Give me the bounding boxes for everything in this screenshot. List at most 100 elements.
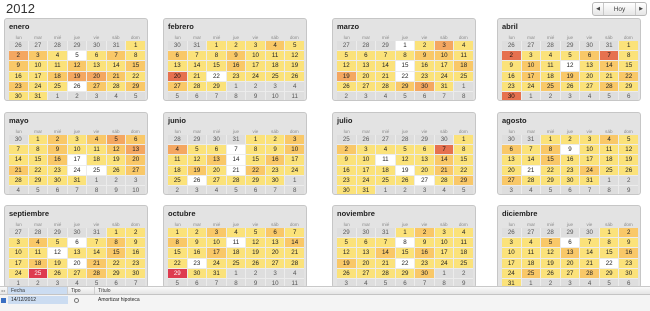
day-cell[interactable]: 10 [502,248,521,258]
day-cell[interactable]: 15 [168,248,187,258]
day-cell[interactable]: 1 [541,135,560,145]
day-cell-adjacent[interactable]: 31 [106,41,126,51]
day-cell[interactable]: 13 [126,145,145,155]
day-cell[interactable]: 8 [246,145,265,155]
day-cell[interactable]: 14 [376,248,395,258]
day-cell[interactable]: 10 [580,145,599,155]
day-cell[interactable]: 19 [48,258,67,268]
day-cell[interactable]: 3 [502,238,521,248]
day-cell[interactable]: 14 [285,238,304,248]
day-cell[interactable]: 7 [9,145,28,155]
day-cell[interactable]: 16 [619,248,638,258]
day-cell[interactable]: 28 [106,81,126,91]
day-cell[interactable]: 20 [560,258,580,268]
day-cell[interactable]: 7 [434,145,454,155]
day-cell-adjacent[interactable]: 30 [9,135,28,145]
day-cell[interactable]: 13 [502,155,521,165]
day-cell[interactable]: 8 [168,238,187,248]
day-cell[interactable]: 31 [356,185,376,194]
column-header-titulo[interactable]: Título [95,287,650,294]
day-cell[interactable]: 11 [541,61,560,71]
day-cell[interactable]: 14 [521,155,541,165]
day-cell[interactable]: 27 [265,258,285,268]
day-cell[interactable]: 20 [580,71,599,81]
day-cell-adjacent[interactable]: 31 [521,135,541,145]
day-cell[interactable]: 16 [337,165,356,175]
day-cell-adjacent[interactable]: 2 [619,175,638,185]
day-cell-adjacent[interactable]: 5 [126,91,145,100]
day-cell[interactable]: 5 [246,228,265,238]
day-cell[interactable]: 30 [619,268,638,278]
day-cell[interactable]: 6 [415,145,434,155]
day-cell[interactable]: 22 [106,258,126,268]
day-cell[interactable]: 21 [376,71,395,81]
day-cell[interactable]: 5 [48,238,67,248]
day-cell[interactable]: 27 [502,175,521,185]
day-cell[interactable]: 2 [187,228,207,238]
day-cell[interactable]: 13 [356,248,376,258]
day-cell[interactable]: 10 [28,61,48,71]
day-cell[interactable]: 9 [126,238,145,248]
day-cell-adjacent[interactable]: 11 [285,91,304,100]
day-cell[interactable]: 25 [599,165,619,175]
day-cell[interactable]: 16 [48,155,67,165]
day-cell[interactable]: 11 [87,145,106,155]
day-cell[interactable]: 25 [168,175,187,185]
day-cell-adjacent[interactable]: 2 [454,268,473,278]
day-cell[interactable]: 24 [434,258,454,268]
day-cell[interactable]: 13 [67,248,87,258]
day-cell[interactable]: 6 [126,135,145,145]
day-cell[interactable]: 30 [126,268,145,278]
day-cell-adjacent[interactable]: 27 [376,135,395,145]
day-cell-adjacent[interactable]: 2 [541,91,560,100]
day-cell-adjacent[interactable]: 8 [454,91,473,100]
day-cell[interactable]: 13 [207,155,226,165]
day-cell[interactable]: 18 [168,165,187,175]
day-cell-adjacent[interactable]: 6 [560,185,580,194]
day-cell[interactable]: 4 [28,238,48,248]
day-cell[interactable]: 1 [599,228,619,238]
day-cell[interactable]: 10 [356,155,376,165]
day-cell-adjacent[interactable]: 4 [9,185,28,194]
day-cell-adjacent[interactable]: 26 [9,41,28,51]
day-cell[interactable]: 19 [541,258,560,268]
day-cell-adjacent[interactable]: 30 [356,228,376,238]
day-cell-adjacent[interactable]: 6 [48,185,67,194]
day-cell[interactable]: 10 [434,238,454,248]
day-cell[interactable]: 4 [87,135,106,145]
day-cell[interactable]: 18 [265,61,285,71]
day-cell[interactable]: 17 [502,258,521,268]
day-cell-adjacent[interactable]: 27 [28,41,48,51]
day-cell[interactable]: 17 [207,248,226,258]
day-cell[interactable]: 3 [9,238,28,248]
day-cell-adjacent[interactable]: 2 [168,185,187,194]
day-cell[interactable]: 18 [28,258,48,268]
day-cell[interactable]: 25 [28,268,48,278]
day-cell[interactable]: 1 [395,228,415,238]
day-cell[interactable]: 3 [285,135,304,145]
day-cell-adjacent[interactable]: 5 [599,91,619,100]
day-cell[interactable]: 29 [246,175,265,185]
day-cell[interactable]: 4 [541,51,560,61]
day-cell[interactable]: 15 [395,248,415,258]
day-cell[interactable]: 3 [521,51,541,61]
day-cell[interactable]: 19 [619,155,638,165]
day-cell[interactable]: 16 [560,155,580,165]
day-cell[interactable]: 4 [521,238,541,248]
day-cell[interactable]: 23 [226,71,246,81]
day-cell-adjacent[interactable]: 7 [580,185,599,194]
day-cell-adjacent[interactable]: 6 [619,91,638,100]
day-cell[interactable]: 22 [246,165,265,175]
day-cell[interactable]: 31 [207,268,226,278]
day-cell[interactable]: 27 [67,268,87,278]
day-cell-adjacent[interactable]: 7 [434,91,454,100]
day-cell-adjacent[interactable]: 5 [168,91,187,100]
day-cell[interactable]: 26 [246,258,265,268]
day-cell[interactable]: 8 [541,145,560,155]
day-cell[interactable]: 18 [454,248,473,258]
day-cell[interactable]: 17 [246,61,265,71]
day-cell-adjacent[interactable]: 29 [67,41,87,51]
day-cell[interactable]: 24 [246,71,265,81]
day-cell[interactable]: 15 [541,155,560,165]
day-cell-adjacent[interactable]: 1 [376,185,395,194]
